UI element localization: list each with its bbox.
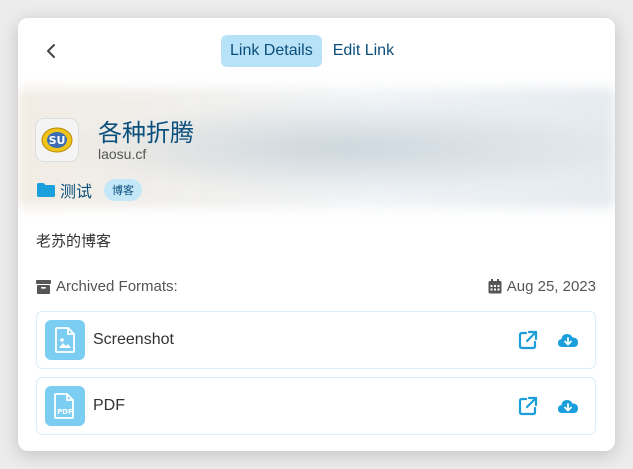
format-name: Screenshot <box>93 331 174 348</box>
archived-formats-label: Archived Formats: <box>56 278 178 295</box>
pdf-file-icon: PDF <box>45 386 85 426</box>
format-row-screenshot: Screenshot <box>36 311 596 369</box>
site-favicon: SU <box>36 119 78 161</box>
folder-icon <box>37 183 55 197</box>
archive-box-icon <box>36 279 51 294</box>
link-domain: laosu.cf <box>98 146 147 162</box>
download-button[interactable] <box>557 329 579 351</box>
collection-name[interactable]: 测试 <box>60 178 92 202</box>
cloud-download-icon <box>558 400 578 413</box>
tab-bar: Link Details Edit Link <box>221 35 405 67</box>
chevron-left-icon <box>47 44 55 58</box>
open-external-button[interactable] <box>517 329 539 351</box>
archive-date: Aug 25, 2023 <box>488 278 596 295</box>
external-link-icon <box>518 330 538 350</box>
archived-formats-header: Archived Formats: <box>36 278 178 295</box>
image-file-icon <box>45 320 85 360</box>
format-name: PDF <box>93 397 125 414</box>
archive-date-text: Aug 25, 2023 <box>506 278 596 295</box>
external-link-icon <box>518 396 538 416</box>
tab-edit-link[interactable]: Edit Link <box>324 35 403 67</box>
collection-row: 测试 博客 <box>36 178 143 202</box>
pdf-badge-text: PDF <box>57 408 73 416</box>
download-button[interactable] <box>557 395 579 417</box>
link-title: 各种折腾 <box>98 119 194 147</box>
svg-text:SU: SU <box>49 134 66 147</box>
back-button[interactable] <box>42 42 60 60</box>
format-row-pdf: PDF PDF <box>36 377 596 435</box>
calendar-icon <box>488 279 502 294</box>
favicon-logo: SU <box>41 127 73 153</box>
tag-chip[interactable]: 博客 <box>104 179 143 201</box>
cloud-download-icon <box>558 334 578 347</box>
tab-link-details[interactable]: Link Details <box>221 35 322 67</box>
link-details-card: Link Details Edit Link SU 各种折腾 laosu.cf … <box>18 18 615 451</box>
open-external-button[interactable] <box>517 395 539 417</box>
link-description: 老苏的博客 <box>36 232 112 250</box>
